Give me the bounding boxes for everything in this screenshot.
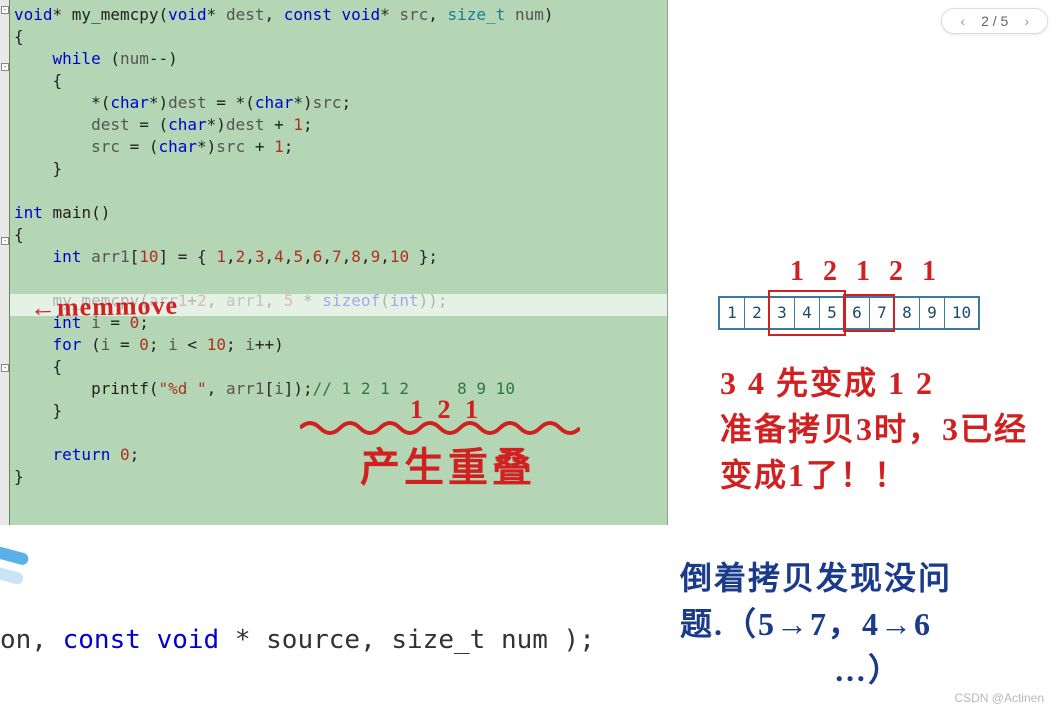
array-cell: 9 xyxy=(920,298,945,328)
fold-icon[interactable]: - xyxy=(1,364,9,372)
overlap-box-src xyxy=(843,294,895,332)
fold-icon[interactable]: - xyxy=(1,6,9,14)
annotation-memmove: ←memmove xyxy=(30,291,179,324)
array-cell: 1 xyxy=(720,298,745,328)
pager: ‹ 2 / 5 › xyxy=(941,8,1048,34)
code-editor: - - - - void* my_memcpy(void* dest, cons… xyxy=(0,0,668,525)
watermark: CSDN @Actinen xyxy=(954,691,1044,705)
annotation-overlap: 产生重叠 xyxy=(360,435,536,493)
note-line: 变成1了！！ xyxy=(720,452,1050,498)
annotation-result-digits: 1 2 1 2 1 xyxy=(790,256,942,288)
bottom-code-fragment: on, const void * source, size_t num ); xyxy=(0,625,595,655)
note-line: 倒着拷贝发现没问 xyxy=(680,555,1056,601)
array-cell: 10 xyxy=(945,298,978,328)
pager-prev-button[interactable]: ‹ xyxy=(952,13,973,29)
fold-icon[interactable]: - xyxy=(1,237,9,245)
note-line: 3 4 先变成 1 2 xyxy=(720,360,1050,406)
array-cell: 2 xyxy=(745,298,770,328)
note-line: 题.（5→7，4→6 xyxy=(680,601,1056,647)
annotation-solution: 倒着拷贝发现没问 题.（5→7，4→6 …） xyxy=(680,555,1056,693)
annotation-explain: 3 4 先变成 1 2 准备拷贝3时，3已经 变成1了！！ xyxy=(720,360,1050,498)
pager-next-button[interactable]: › xyxy=(1016,13,1037,29)
overlap-box-dest xyxy=(768,290,846,336)
fold-icon[interactable]: - xyxy=(1,63,9,71)
pager-label: 2 / 5 xyxy=(973,13,1016,29)
logo-icon xyxy=(0,535,42,606)
note-line: …） xyxy=(680,647,1056,693)
note-line: 准备拷贝3时，3已经 xyxy=(720,406,1050,452)
gutter xyxy=(0,0,10,525)
array-cell: 8 xyxy=(895,298,920,328)
